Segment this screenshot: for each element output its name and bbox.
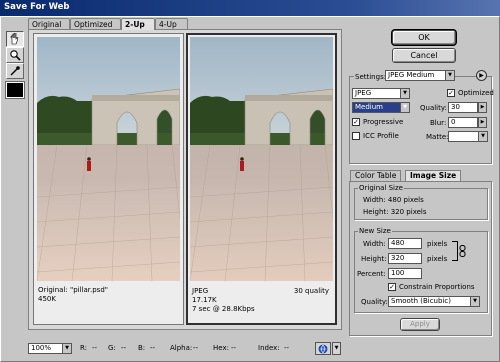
optimized-checkbox[interactable]: ✓ xyxy=(447,89,455,97)
alpha-value: -- xyxy=(193,344,199,352)
optimize-menu-arrow-icon[interactable]: ▶ xyxy=(476,70,487,81)
title-bar: Save For Web xyxy=(0,0,500,16)
eyedropper-color-swatch[interactable] xyxy=(6,82,24,98)
tab-color-table[interactable]: Color Table xyxy=(350,170,402,181)
eyedropper-tool-icon[interactable] xyxy=(6,63,24,79)
chevron-down-icon: ▼ xyxy=(445,71,454,80)
quality-level-value: Medium xyxy=(355,103,383,111)
chevron-down-icon: ▼ xyxy=(400,103,409,112)
browser-menu-chevron-down-icon[interactable]: ▼ xyxy=(332,342,341,355)
blue-label: B: xyxy=(138,344,146,352)
status-bar: 100% ▼ R: -- G: -- B: -- Alpha: -- Hex: -… xyxy=(28,342,498,356)
constrain-proportions-checkbox[interactable]: ✓ xyxy=(388,283,396,291)
new-height-label: Height: xyxy=(361,255,387,263)
blur-input[interactable]: 0 xyxy=(448,117,478,128)
progressive-checkbox[interactable]: ✓ xyxy=(352,118,360,126)
optimized-quality: 30 quality xyxy=(293,287,329,295)
original-size-title: Original Size xyxy=(358,184,404,192)
preview-in-browser-icon[interactable] xyxy=(315,342,331,355)
new-height-unit: pixels xyxy=(427,255,448,263)
red-label: R: xyxy=(80,344,88,352)
format-value: JPEG xyxy=(355,89,372,97)
settings-preset-dropdown[interactable]: JPEG Medium ▼ xyxy=(385,70,455,81)
chevron-down-icon: ▼ xyxy=(470,297,479,306)
optimized-filesize: 17.17K xyxy=(192,296,217,304)
chevron-down-icon: ▼ xyxy=(400,89,409,98)
original-preview-pane[interactable]: Original: "pillar.psd" 450K xyxy=(33,33,184,325)
resample-quality-dropdown[interactable]: Smooth (Bicubic) ▼ xyxy=(388,296,480,307)
zoom-tool-icon[interactable] xyxy=(6,47,24,63)
hand-tool-icon[interactable] xyxy=(6,31,24,47)
resample-quality-label: Quality: xyxy=(361,298,388,306)
green-value: -- xyxy=(121,344,127,352)
blur-label: Blur: xyxy=(430,119,447,127)
tab-2-up[interactable]: 2-Up xyxy=(121,18,155,30)
tab-image-size[interactable]: Image Size xyxy=(405,170,462,181)
blue-value: -- xyxy=(150,344,156,352)
icc-profile-checkbox[interactable] xyxy=(352,132,360,140)
resample-quality-value: Smooth (Bicubic) xyxy=(391,297,451,305)
new-width-label: Width: xyxy=(363,240,386,248)
original-info: Original: "pillar.psd" 450K xyxy=(38,286,108,304)
alpha-label: Alpha: xyxy=(170,344,193,352)
zoom-value: 100% xyxy=(31,344,52,352)
red-value: -- xyxy=(92,344,98,352)
new-height-input[interactable]: 320 xyxy=(388,253,422,264)
new-width-input[interactable]: 480 xyxy=(388,238,422,249)
matte-dropdown[interactable]: ▼ xyxy=(448,131,488,142)
chevron-down-icon: ▼ xyxy=(478,132,487,141)
original-filesize: 450K xyxy=(38,295,56,303)
chevron-down-icon: ▼ xyxy=(62,344,71,353)
index-value: -- xyxy=(284,344,290,352)
quality-level-dropdown[interactable]: Medium ▼ xyxy=(352,102,410,113)
quality-label: Quality: xyxy=(420,104,447,112)
optimized-format: JPEG xyxy=(192,287,209,295)
format-dropdown[interactable]: JPEG ▼ xyxy=(352,88,410,99)
original-image xyxy=(37,37,180,281)
apply-button[interactable]: Apply xyxy=(400,318,440,331)
new-size-title: New Size xyxy=(358,227,392,235)
window-title: Save For Web xyxy=(4,2,70,12)
percent-input[interactable]: 100 xyxy=(388,268,422,279)
settings-preset-value: JPEG Medium xyxy=(388,71,435,79)
optimized-image xyxy=(190,37,333,281)
chain-link-icon xyxy=(459,245,466,259)
percent-label: Percent: xyxy=(357,270,386,278)
progressive-label: Progressive xyxy=(363,118,404,126)
ok-button[interactable]: OK xyxy=(392,30,456,45)
preview-area: Original: "pillar.psd" 450K JPEG 17.17K … xyxy=(28,29,342,330)
optimized-info: JPEG 17.17K 7 sec @ 28.8Kbps xyxy=(192,287,255,314)
matte-label: Matte: xyxy=(426,133,449,141)
index-label: Index: xyxy=(258,344,280,352)
proportion-link-bracket xyxy=(452,241,458,261)
green-label: G: xyxy=(108,344,116,352)
blur-slider-arrow-icon[interactable]: ▶ xyxy=(478,117,487,128)
cancel-button[interactable]: Cancel xyxy=(392,48,456,63)
new-width-unit: pixels xyxy=(427,240,448,248)
original-filename: Original: "pillar.psd" xyxy=(38,286,108,294)
optimized-preview-pane[interactable]: JPEG 17.17K 7 sec @ 28.8Kbps 30 quality xyxy=(186,33,337,325)
zoom-dropdown[interactable]: 100% ▼ xyxy=(28,343,72,354)
original-width-text: Width: 480 pixels xyxy=(363,196,424,204)
hex-value: -- xyxy=(231,344,237,352)
constrain-proportions-label: Constrain Proportions xyxy=(399,283,475,291)
quality-slider-arrow-icon[interactable]: ▶ xyxy=(478,102,487,113)
quality-input[interactable]: 30 xyxy=(448,102,478,113)
optimized-label: Optimized xyxy=(458,89,494,97)
hex-label: Hex: xyxy=(213,344,229,352)
optimized-download-time: 7 sec @ 28.8Kbps xyxy=(192,305,255,313)
settings-label: Settings: xyxy=(354,73,388,81)
original-height-text: Height: 320 pixels xyxy=(363,208,427,216)
icc-profile-label: ICC Profile xyxy=(363,132,399,140)
